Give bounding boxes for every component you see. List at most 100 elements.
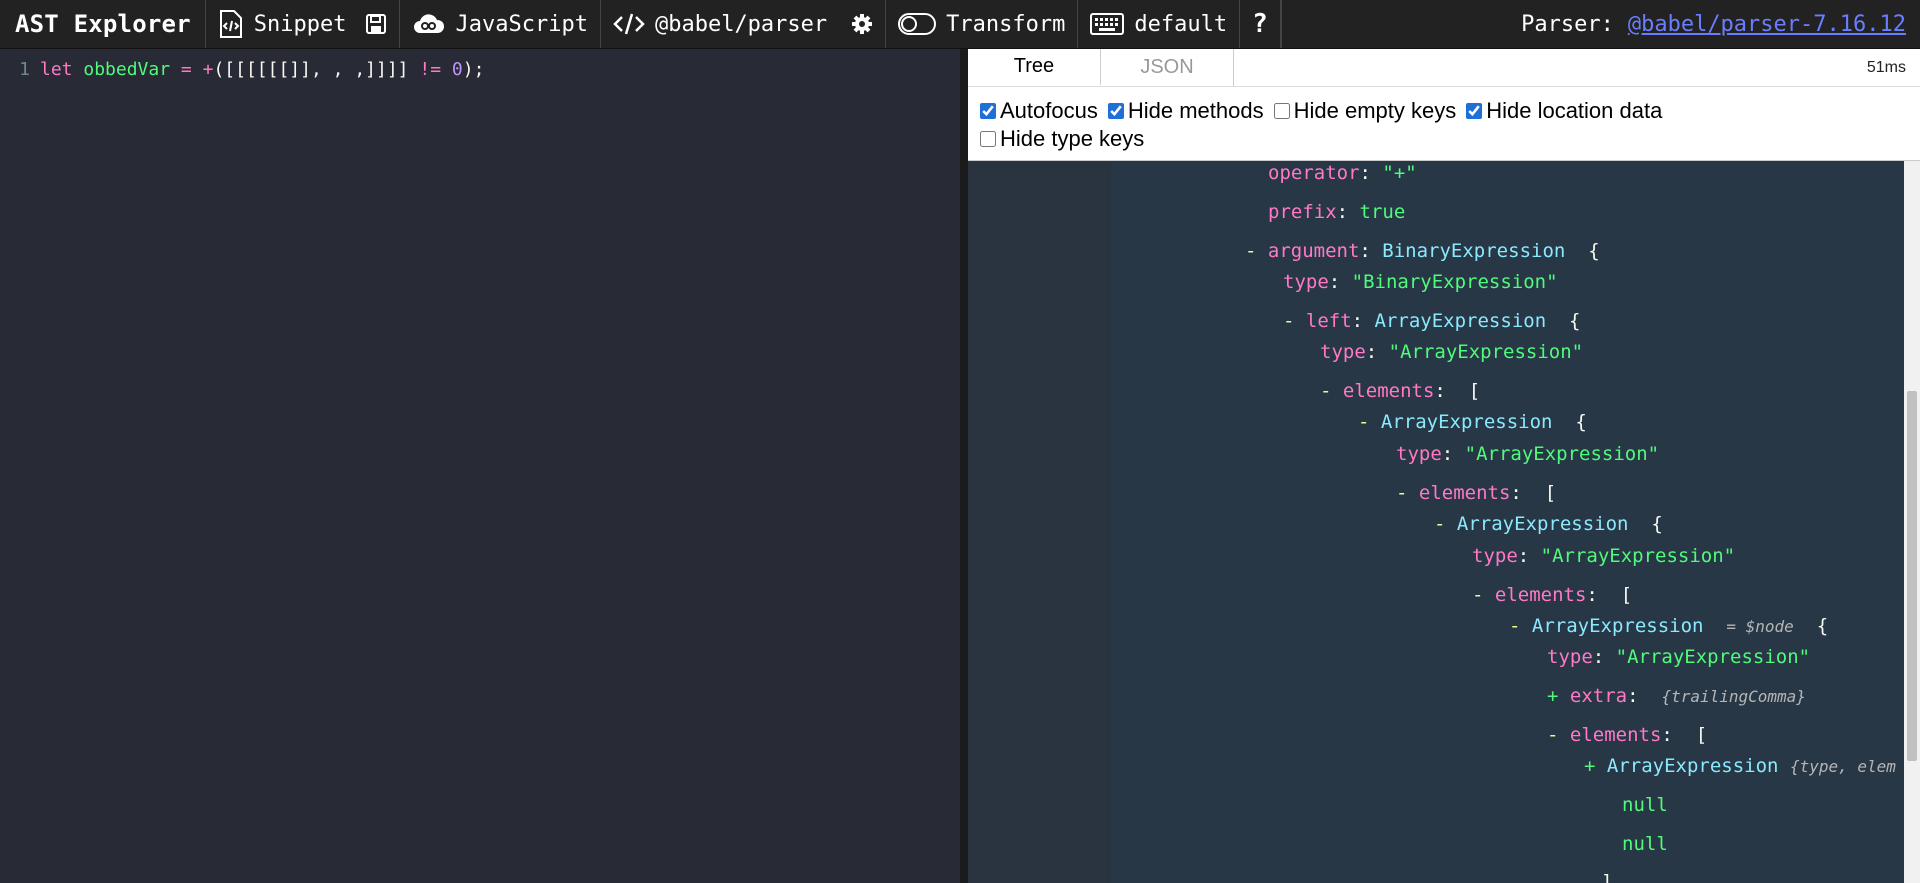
option-checkbox[interactable] [1466,103,1483,119]
tree-node[interactable]: - elements: [ [1320,380,1480,402]
tree-node[interactable]: - ArrayExpression { [1434,513,1663,535]
collapse-toggle[interactable]: - [1434,513,1457,535]
node-colon: : [1434,380,1458,402]
scrollbar-thumb[interactable] [1907,391,1917,761]
option-hide-methods[interactable]: Hide methods [1107,97,1264,125]
node-brace: [ [1533,482,1557,504]
collapse-toggle[interactable]: - [1245,240,1268,262]
code-editor[interactable]: 1 let obbedVar = +([[[[[[]], , ,]]]] != 0… [0,49,960,883]
tree-node[interactable]: - elements: [ [1547,724,1707,746]
parse-time: 51ms [1866,59,1906,76]
option-hide-location-data[interactable]: Hide location data [1466,97,1662,125]
collapse-toggle[interactable]: - [1396,482,1419,504]
node-value: "ArrayExpression" [1464,443,1660,465]
node-value: ] [1601,871,1613,883]
option-label: Hide empty keys [1293,98,1457,123]
pane-divider[interactable] [960,49,968,883]
code-operator: != [419,59,442,80]
output-pane: Tree JSON 51ms Autofocus Hide methods Hide… [968,49,1920,883]
node-colon: : [1336,201,1360,223]
tree-options: Autofocus Hide methods Hide empty keys Hide… [968,87,1920,161]
tree-node[interactable]: - elements: [ [1396,482,1556,504]
option-checkbox[interactable] [980,103,996,119]
node-colon: : [1627,685,1650,707]
file-code-icon [218,9,244,39]
tree-node[interactable]: - ArrayExpression { [1358,411,1587,433]
node-colon: : [1351,310,1375,332]
code-paren: ( [213,59,225,80]
node-colon: : [1328,271,1352,293]
tree-node: null [1622,794,1668,816]
option-autofocus[interactable]: Autofocus [980,97,1098,125]
option-checkbox[interactable] [980,131,996,147]
node-key: argument [1267,240,1360,262]
scrollbar[interactable] [1904,161,1920,883]
tree-node[interactable]: + ArrayExpression {type, elem [1584,755,1896,777]
code-variable: obbedVar [83,59,171,80]
node-value: true [1359,201,1406,223]
node-brace: [ [1457,380,1481,402]
keymap-button[interactable]: default [1077,0,1239,48]
tree-node[interactable]: - elements: [ [1472,584,1632,606]
option-hide-empty-keys[interactable]: Hide empty keys [1273,97,1457,125]
parser-version-link[interactable]: @babel/parser-7.16.12 [1628,12,1906,37]
parser-info-label: Parser: [1521,11,1614,37]
transform-toggle[interactable]: Transform [885,0,1077,48]
save-icon[interactable] [365,13,387,35]
code-operator: = [180,59,192,80]
node-key: prefix [1268,201,1337,223]
node-brace: { [1793,615,1829,637]
tree-node[interactable]: - ArrayExpression = $node { [1509,615,1828,637]
collapse-toggle[interactable]: - [1283,310,1306,332]
option-checkbox[interactable] [1107,103,1124,119]
option-label: Hide location data [1486,98,1663,123]
expand-toggle[interactable]: + [1547,685,1570,707]
keyboard-icon [1090,13,1125,35]
code-line[interactable]: 1 let obbedVar = +([[[[[[]], , ,]]]] != 0… [0,59,484,80]
node-key: type [1320,341,1366,363]
snippet-button[interactable]: Snippet [204,0,399,48]
collapse-toggle[interactable]: - [1509,615,1532,637]
tree-node[interactable]: - argument: BinaryExpression { [1245,240,1600,262]
node-key: elements [1342,380,1435,402]
tree-node[interactable]: + extra: {trailingComma} [1547,685,1806,707]
tree-node: ] [1601,871,1612,883]
tree-node[interactable]: - left: ArrayExpression { [1283,310,1580,332]
node-value: null [1622,833,1668,855]
node-key: type [1396,443,1442,465]
node-value: ArrayExpression [1456,513,1629,535]
collapse-toggle[interactable]: - [1358,411,1381,433]
expand-toggle[interactable]: + [1584,755,1607,777]
gear-icon[interactable] [851,13,873,35]
language-button[interactable]: JavaScript [398,0,600,48]
parser-label: @babel/parser [654,11,828,37]
option-label: Autofocus [1000,98,1098,123]
tree-node: type: "ArrayExpression" [1472,545,1735,567]
collapse-toggle[interactable]: - [1547,724,1570,746]
collapse-toggle[interactable]: - [1320,380,1343,402]
output-tabs: Tree JSON 51ms [968,49,1920,87]
parser-info: Parser: @babel/parser-7.16.12 [1507,0,1920,48]
node-brace: [ [1684,724,1708,746]
node-colon: : [1359,162,1383,184]
code-operator: + [202,59,214,80]
code-end: ); [462,59,485,80]
parser-button[interactable]: @babel/parser [599,0,885,48]
option-hide-type-keys[interactable]: Hide type keys [980,125,1144,153]
node-brace: { [1628,513,1663,535]
tab-tree[interactable]: Tree [968,49,1101,86]
node-value: null [1622,794,1668,816]
node-value: "ArrayExpression" [1388,341,1584,363]
option-checkbox[interactable] [1273,103,1290,119]
help-button[interactable]: ? [1239,0,1281,48]
node-key: elements [1569,724,1662,746]
tree-node: operator: "+" [1268,162,1417,184]
node-brace: [ [1609,584,1633,606]
tab-json[interactable]: JSON [1101,49,1234,86]
ast-tree[interactable]: operator: "+" prefix: true - argument: Bin… [968,161,1920,883]
collapse-toggle[interactable]: - [1472,584,1495,606]
node-value: ArrayExpression [1374,310,1547,332]
node-key: type [1472,545,1518,567]
